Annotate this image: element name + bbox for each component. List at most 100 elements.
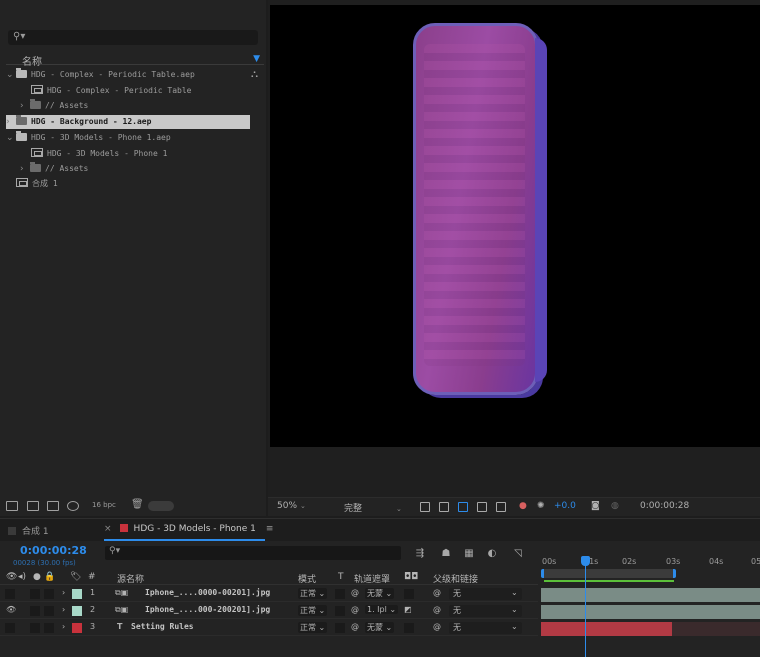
pickwhip-icon[interactable]: @ [433,588,441,597]
matte-link-icon[interactable]: @ [351,622,359,631]
preserve-transparency-toggle[interactable] [335,623,345,633]
layer-duration-bar[interactable] [541,622,672,636]
chevron-right-icon[interactable]: › [20,99,30,113]
motion-blur-icon[interactable]: ◐ [486,548,498,559]
matte-invert-toggle[interactable] [404,623,414,633]
tab-phone-1[interactable]: × HDG - 3D Models - Phone 1 ≡ [104,524,273,534]
comp-flowchart-icon[interactable]: ⇶ [414,548,426,559]
visibility-icon[interactable]: 👁 [6,572,17,582]
project-column-header[interactable]: 名称 ▼ [6,53,264,68]
solo-toggle[interactable] [30,606,40,616]
audio-icon[interactable]: ◂) [18,572,26,582]
region-of-interest-icon[interactable] [477,502,487,512]
new-folder-icon[interactable] [27,501,39,511]
layer-name[interactable]: Setting Rules [131,622,194,631]
chevron-right-icon[interactable]: › [62,588,65,597]
pickwhip-icon[interactable]: @ [433,622,441,631]
viewer-timecode[interactable]: 0:00:00:28 [640,501,689,511]
source-name-header[interactable]: 源名称 [117,572,144,585]
lock-toggle[interactable] [44,623,54,633]
label-color-chip[interactable] [72,606,82,616]
parent-select[interactable]: 无 ⌄ [449,622,522,634]
phone-3d-model[interactable] [413,23,547,395]
frame-blending-icon[interactable]: ▦ [463,548,475,559]
lock-toggle[interactable] [44,589,54,599]
layer-duration-bar[interactable] [541,588,760,602]
solo-toggle[interactable] [30,623,40,633]
pickwhip-icon[interactable]: @ [433,605,441,614]
label-color-chip[interactable] [72,623,82,633]
reset-exposure-icon[interactable]: ✺ [537,501,545,511]
bit-depth-button[interactable]: 16 bpc [92,501,116,509]
layer-duration-bar[interactable] [541,605,760,619]
time-ruler[interactable]: 00s 01s 02s 03s 04s 05 [538,555,760,585]
project-item[interactable]: ⌄ HDG - Complex - Periodic Table.aep [6,68,195,82]
matte-link-icon[interactable]: @ [351,588,359,597]
eye-icon[interactable]: 👁 [6,605,16,614]
parent-select[interactable]: 无 ⌄ [449,588,522,600]
show-snapshot-icon[interactable]: ◍ [611,501,619,511]
panel-menu-icon[interactable]: ≡ [266,524,274,534]
blend-mode-select[interactable]: 正常 ⌄ [298,622,328,633]
guides-icon[interactable] [496,502,506,512]
work-area-bar[interactable] [541,569,676,578]
chevron-right-icon[interactable]: › [6,115,16,129]
solo-toggle[interactable] [30,589,40,599]
blend-mode-select[interactable]: 正常 ⌄ [298,588,328,599]
project-item[interactable]: HDG - 3D Models - Phone 1 [31,147,167,161]
fast-preview-icon[interactable] [420,502,430,512]
close-icon[interactable]: × [104,524,112,534]
track-matte-select[interactable]: 无蒙 ⌄ [365,622,395,633]
matte-link-icon[interactable]: @ [351,605,359,614]
lock-icon[interactable]: 🔒 [44,572,55,582]
chevron-right-icon[interactable]: › [62,622,65,631]
project-item-selected[interactable]: › HDG - Background - 12.aep [6,115,250,129]
horizontal-scrollbar[interactable] [148,501,174,511]
track-matte-select[interactable]: 1. Ipl ⌄ [365,605,399,614]
track-matte-select[interactable]: 无蒙 ⌄ [365,588,395,599]
chevron-right-icon[interactable]: › [20,162,30,176]
flowchart-icon[interactable]: ⛬ [251,69,258,80]
chevron-down-icon[interactable]: ⌄ [6,68,16,82]
project-item[interactable]: ⌄ HDG - 3D Models - Phone 1.aep [6,131,171,145]
trash-icon[interactable]: 🗑 [131,499,144,510]
layer-row[interactable]: 👁 › 2 ⧉▣ Iphone_....000-200201].jpg 正常 ⌄… [0,603,538,619]
visibility-toggle[interactable] [5,589,15,599]
project-item[interactable]: 合成 1 [16,177,58,191]
layer-name[interactable]: Iphone_....000-200201].jpg [145,605,270,614]
project-item[interactable]: HDG - Complex - Periodic Table [31,84,192,98]
layer-search-input[interactable]: ⚲▾ [105,546,401,560]
layer-row[interactable]: › 3 T Setting Rules 正常 ⌄ @ 无蒙 ⌄ @ 无 ⌄ [0,620,538,636]
preserve-transparency-toggle[interactable] [335,589,345,599]
settings-icon[interactable] [67,501,79,511]
blend-mode-select[interactable]: 正常 ⌄ [298,605,328,616]
layer-name[interactable]: Iphone_....0000-00201].jpg [145,588,270,597]
chevron-down-icon[interactable]: ⌄ [6,131,16,145]
parent-select[interactable]: 无 ⌄ [449,605,522,617]
mask-visibility-icon[interactable] [458,502,468,512]
matte-invert-toggle[interactable] [404,589,414,599]
layer-row[interactable]: › 1 ⧉▣ Iphone_....0000-00201].jpg 正常 ⌄ @… [0,586,538,602]
transparency-grid-icon[interactable] [439,502,449,512]
matte-switch-icon[interactable]: ◘◘ [404,572,418,582]
snapshot-icon[interactable]: ◙ [591,501,600,511]
color-channels-icon[interactable]: ● [519,501,527,511]
new-composition-icon[interactable] [47,501,59,511]
visibility-toggle[interactable] [5,623,15,633]
shy-layers-icon[interactable]: ☗ [440,548,452,559]
resolution-select[interactable]: 完整 ⌄ [344,501,402,514]
graph-editor-icon[interactable]: ◹ [512,548,524,559]
current-time-display[interactable]: 0:00:00:28 [20,544,87,557]
exposure-value[interactable]: +0.0 [554,501,576,511]
interpret-footage-icon[interactable] [6,501,18,511]
matte-alpha-icon[interactable]: ◩ [404,605,412,614]
project-item[interactable]: ›// Assets [20,99,88,113]
playhead-line[interactable] [585,561,586,657]
lock-toggle[interactable] [44,606,54,616]
solo-icon[interactable]: ● [33,572,41,582]
sort-arrow-icon[interactable]: ▼ [253,54,260,64]
project-search-input[interactable]: ⚲▾ [8,30,258,45]
composition-canvas[interactable] [270,5,760,447]
label-color-chip[interactable] [72,589,82,599]
preserve-transparency-toggle[interactable] [335,606,345,616]
